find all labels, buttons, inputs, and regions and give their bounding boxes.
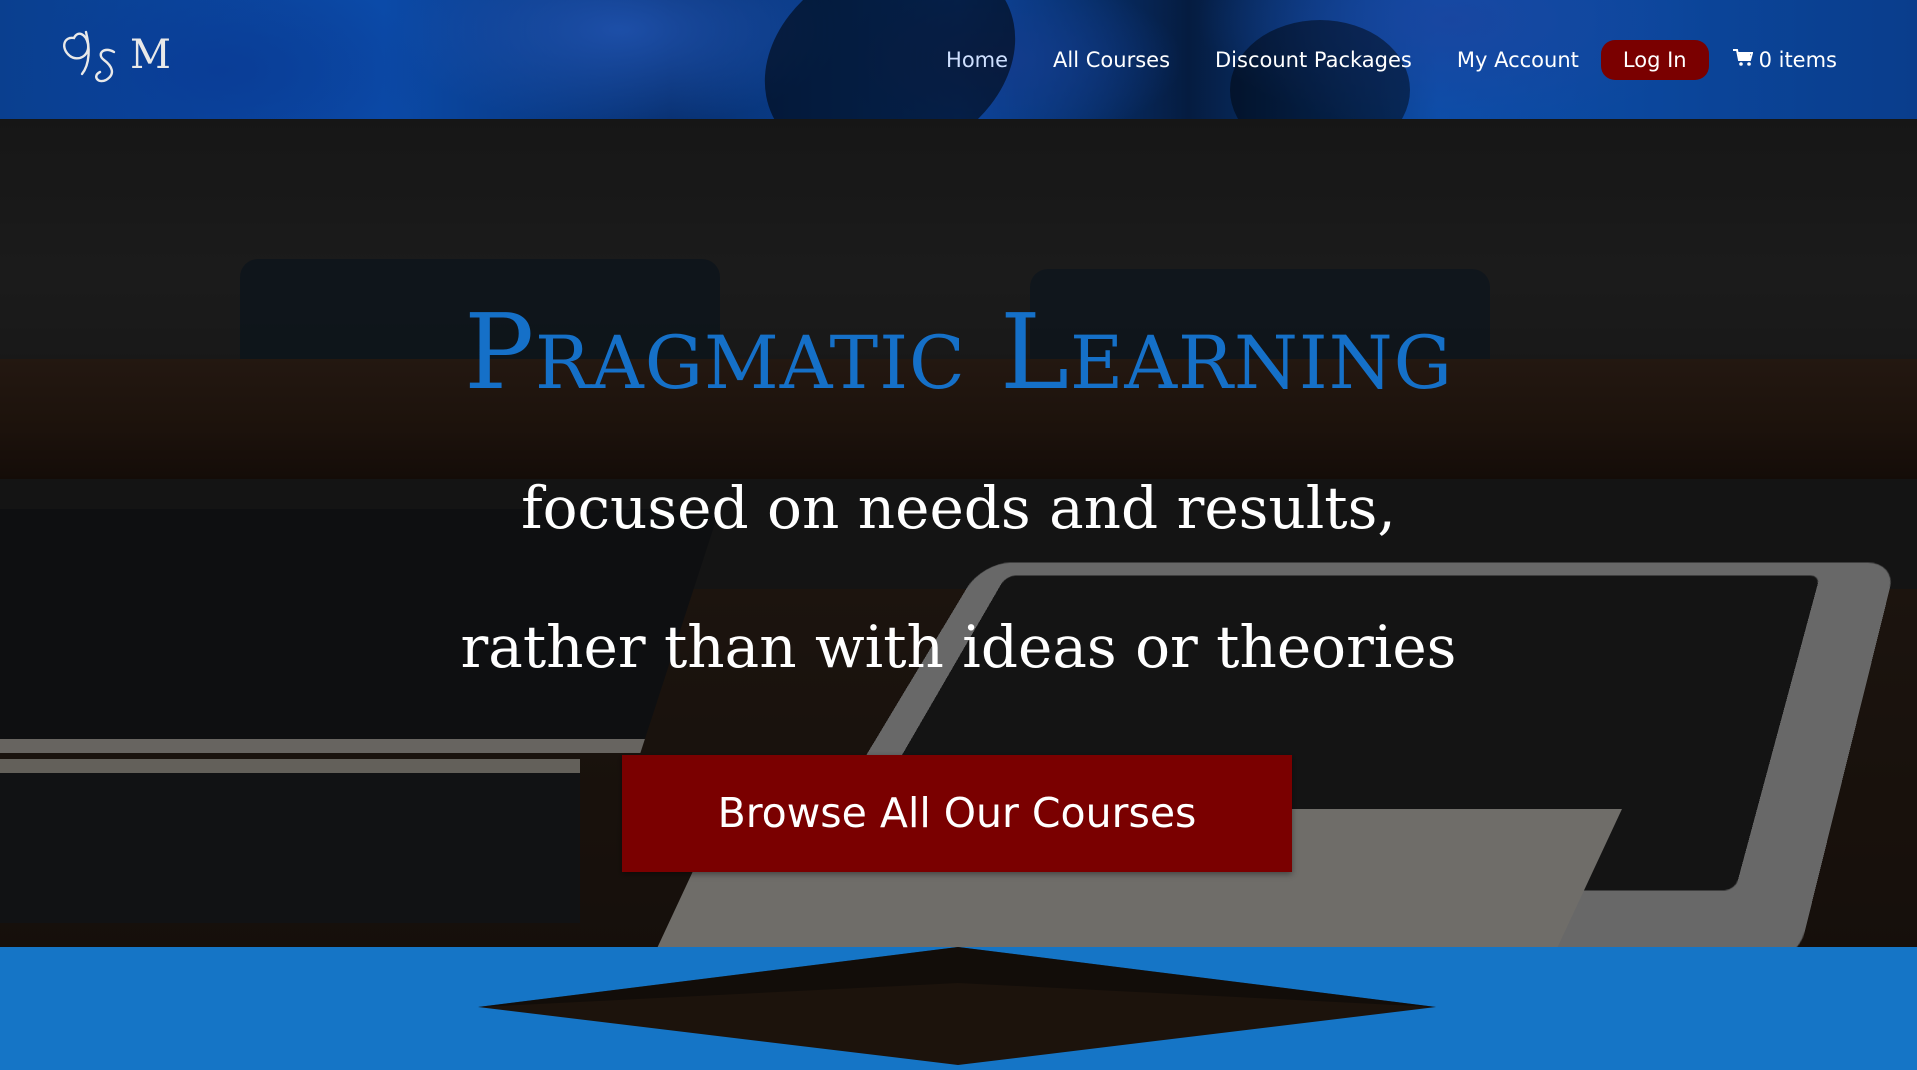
log-in-button[interactable]: Log In <box>1600 40 1709 80</box>
cart-link[interactable]: 0 items <box>1732 48 1837 72</box>
hero-tagline-line-2: rather than with ideas or theories <box>460 613 1457 681</box>
hero-tagline-line-1: focused on needs and results, <box>521 474 1396 542</box>
hero-section: Pragmatic Learning focused on needs and … <box>0 119 1917 947</box>
diamond-divider-icon <box>478 947 1436 1065</box>
nav-discount-packages[interactable]: Discount Packages <box>1215 48 1412 72</box>
nav-all-courses[interactable]: All Courses <box>1053 48 1170 72</box>
browse-all-courses-button[interactable]: Browse All Our Courses <box>622 755 1292 872</box>
hero-title: Pragmatic Learning <box>464 291 1453 413</box>
site-header: M Home All Courses Discount Packages My … <box>0 0 1917 119</box>
section-divider-band <box>0 947 1917 1070</box>
jsm-monogram-logo-icon: M <box>63 30 171 83</box>
page: M Home All Courses Discount Packages My … <box>0 0 1917 1070</box>
svg-text:M: M <box>130 32 171 78</box>
hero-content: Pragmatic Learning focused on needs and … <box>0 119 1917 947</box>
shopping-cart-icon <box>1732 48 1753 72</box>
nav-my-account[interactable]: My Account <box>1457 48 1579 72</box>
main-nav: Home All Courses Discount Packages My Ac… <box>901 38 1837 82</box>
nav-home[interactable]: Home <box>946 48 1008 72</box>
cart-count: 0 items <box>1758 48 1837 72</box>
site-logo[interactable]: M <box>56 18 196 98</box>
